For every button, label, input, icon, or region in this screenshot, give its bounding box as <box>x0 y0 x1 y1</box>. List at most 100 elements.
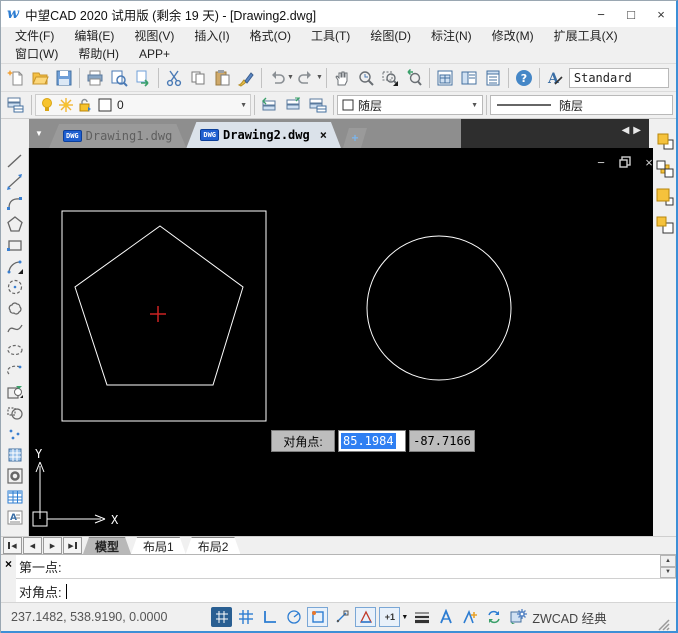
menu-app-plus[interactable]: APP+ <box>129 45 180 63</box>
new-icon[interactable] <box>4 66 28 90</box>
open-icon[interactable] <box>28 66 52 90</box>
layer-previous-icon[interactable] <box>258 93 282 117</box>
arc-icon[interactable] <box>4 255 26 276</box>
drawing-minimize-icon[interactable]: − <box>592 154 610 170</box>
copy-icon[interactable] <box>186 66 210 90</box>
tab-scroll-right-icon[interactable]: ▶ <box>633 125 641 136</box>
zoom-previous-icon[interactable] <box>402 66 426 90</box>
menu-edit[interactable]: 编辑(E) <box>64 27 124 45</box>
draw-order-under-icon[interactable] <box>654 213 676 237</box>
draw-order-back-icon[interactable] <box>654 157 676 181</box>
scroll-down-icon[interactable]: ▼ <box>660 567 676 579</box>
color-combo-dropdown-icon[interactable]: ▼ <box>471 102 478 109</box>
minimize-button[interactable]: − <box>586 2 616 26</box>
mtext-icon[interactable]: A <box>4 507 26 528</box>
dynamic-input-icon[interactable]: +1 <box>379 607 400 627</box>
draw-order-front-icon[interactable] <box>654 129 676 153</box>
ellipse-arc-icon[interactable] <box>4 360 26 381</box>
snap-icon[interactable] <box>211 607 232 627</box>
dynamic-ucs-icon[interactable] <box>355 607 376 627</box>
ortho-icon[interactable] <box>259 607 280 627</box>
tab-drawing1[interactable]: DWG Drawing1.dwg <box>49 124 186 148</box>
scroll-up-icon[interactable]: ▲ <box>660 555 676 567</box>
tab-layout2[interactable]: 布局2 <box>186 537 241 554</box>
pan-icon[interactable] <box>330 66 354 90</box>
spline-icon[interactable] <box>4 318 26 339</box>
text-style-combo[interactable]: Standard <box>569 68 669 88</box>
zoom-realtime-icon[interactable] <box>354 66 378 90</box>
layer-lock-icon[interactable] <box>77 97 93 113</box>
annotation-add-icon[interactable] <box>459 607 480 627</box>
polar-icon[interactable] <box>283 607 304 627</box>
make-block-icon[interactable] <box>4 402 26 423</box>
redo-icon[interactable] <box>294 66 318 90</box>
dynamic-input-dropdown-icon[interactable]: ▼ <box>401 614 408 621</box>
tab-drawing2[interactable]: DWG Drawing2.dwg × <box>186 122 341 148</box>
menu-file[interactable]: 文件(F) <box>5 27 64 45</box>
drawing-restore-icon[interactable] <box>616 154 634 170</box>
dyn-tooltip-x-input[interactable]: 85.1984 <box>338 430 406 452</box>
drawing-canvas[interactable]: Y X − × 对角点: 85.1984 -87.7166 <box>29 148 676 536</box>
tab-layout1[interactable]: 布局1 <box>131 537 186 554</box>
new-tab-button[interactable]: + <box>343 128 367 148</box>
menu-tools[interactable]: 工具(T) <box>301 27 360 45</box>
point-icon[interactable] <box>4 423 26 444</box>
layer-on-icon[interactable] <box>39 97 55 113</box>
annotation-icon[interactable] <box>435 607 456 627</box>
resize-grip[interactable] <box>657 618 670 631</box>
osnap-icon[interactable] <box>307 607 328 627</box>
polyline-icon[interactable] <box>4 192 26 213</box>
layer-manager-icon[interactable] <box>4 93 28 117</box>
layer-states-icon[interactable] <box>282 93 306 117</box>
rectangle-icon[interactable] <box>4 234 26 255</box>
donut-icon[interactable] <box>4 465 26 486</box>
table-icon[interactable] <box>4 486 26 507</box>
menu-view[interactable]: 视图(V) <box>124 27 184 45</box>
tab-close-icon[interactable]: × <box>320 128 327 142</box>
undo-dropdown-icon[interactable]: ▼ <box>287 74 294 81</box>
doc-list-dropdown-icon[interactable]: ▼ <box>29 119 49 148</box>
tab-model[interactable]: 模型 <box>83 537 131 554</box>
layer-color-swatch[interactable] <box>98 98 112 112</box>
text-style-icon[interactable]: A <box>543 66 567 90</box>
command-close-icon[interactable]: × <box>5 557 12 603</box>
menu-modify[interactable]: 修改(M) <box>482 27 544 45</box>
help-icon[interactable]: ? <box>512 66 536 90</box>
ellipse-icon[interactable] <box>4 339 26 360</box>
drawn-pentagon[interactable] <box>75 226 243 385</box>
layer-combo[interactable]: 0 ▼ <box>35 94 251 116</box>
revision-cloud-icon[interactable] <box>4 297 26 318</box>
zoom-window-icon[interactable] <box>378 66 402 90</box>
drawn-circle[interactable] <box>367 236 511 380</box>
publish-icon[interactable] <box>131 66 155 90</box>
print-preview-icon[interactable] <box>107 66 131 90</box>
cycle-select-icon[interactable] <box>483 607 504 627</box>
menu-window[interactable]: 窗口(W) <box>5 45 68 63</box>
menu-format[interactable]: 格式(O) <box>240 27 301 45</box>
next-layout-button[interactable]: ▶ <box>43 537 62 554</box>
insert-block-icon[interactable] <box>4 381 26 402</box>
linetype-combo[interactable]: 随层 <box>490 95 673 115</box>
toolpalette-icon[interactable] <box>481 66 505 90</box>
menu-dimension[interactable]: 标注(N) <box>421 27 482 45</box>
workspace-icon[interactable] <box>507 607 528 627</box>
menu-draw[interactable]: 绘图(D) <box>360 27 421 45</box>
designcenter-icon[interactable] <box>457 66 481 90</box>
undo-icon[interactable] <box>265 66 289 90</box>
last-layout-button[interactable]: ▶ <box>63 537 82 554</box>
paste-icon[interactable] <box>210 66 234 90</box>
prev-layout-button[interactable]: ◀ <box>23 537 42 554</box>
properties-icon[interactable] <box>433 66 457 90</box>
circle-tool-icon[interactable] <box>4 276 26 297</box>
menu-express[interactable]: 扩展工具(X) <box>544 27 628 45</box>
color-combo[interactable]: 随层 ▼ <box>337 95 483 115</box>
menu-help[interactable]: 帮助(H) <box>68 45 129 63</box>
layer-freeze-icon[interactable] <box>58 97 74 113</box>
construction-line-icon[interactable] <box>4 171 26 192</box>
redo-dropdown-icon[interactable]: ▼ <box>316 74 323 81</box>
maximize-button[interactable]: □ <box>616 2 646 26</box>
polygon-icon[interactable] <box>4 213 26 234</box>
drawn-rectangle[interactable] <box>62 211 266 421</box>
draw-order-above-icon[interactable] <box>654 185 676 209</box>
workspace-label[interactable]: ZWCAD 经典 <box>532 608 606 627</box>
